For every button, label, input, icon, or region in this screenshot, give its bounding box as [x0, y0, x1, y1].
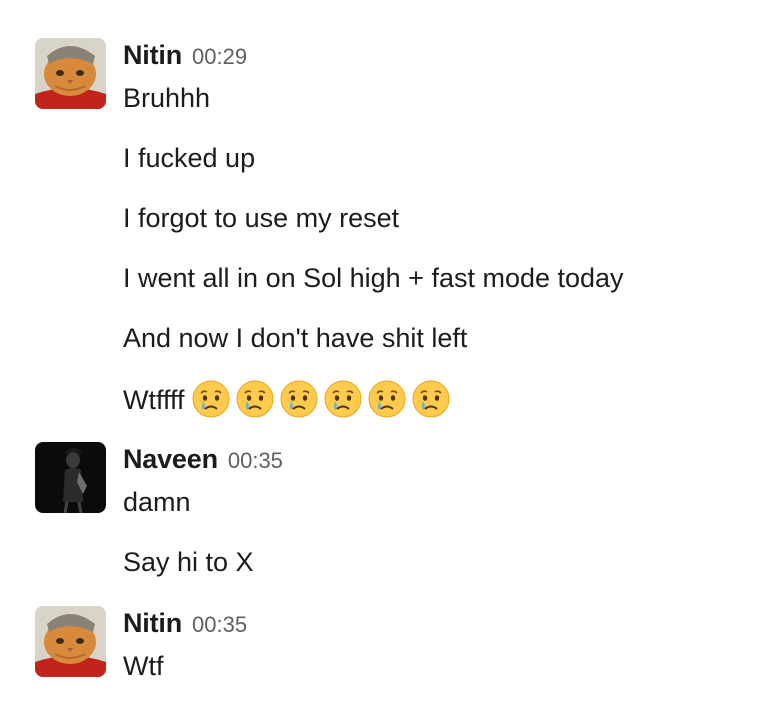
author-name[interactable]: Nitin — [123, 608, 182, 638]
message-text: I went all in on Sol high + fast mode to… — [123, 263, 624, 293]
message-text: damn — [123, 487, 191, 517]
crying-face-icon[interactable] — [191, 379, 231, 419]
message-text: Wtf — [123, 651, 164, 681]
message-text-with-emoji: Wtffff — [123, 379, 451, 422]
message-header: Nitin 00:29 — [123, 40, 247, 71]
author-name[interactable]: Nitin — [123, 40, 182, 70]
avatar[interactable] — [35, 606, 106, 677]
crying-face-icon[interactable] — [235, 379, 275, 419]
avatar[interactable] — [35, 442, 106, 513]
timestamp[interactable]: 00:29 — [192, 44, 247, 69]
message-text: I fucked up — [123, 143, 256, 173]
emoji-row — [191, 379, 451, 419]
crying-face-icon[interactable] — [279, 379, 319, 419]
crying-face-icon[interactable] — [411, 379, 451, 419]
message-text: And now I don't have shit left — [123, 323, 468, 353]
message-header: Nitin 00:35 — [123, 608, 247, 639]
author-name[interactable]: Naveen — [123, 444, 218, 474]
timestamp[interactable]: 00:35 — [192, 612, 247, 637]
message-text: Bruhhh — [123, 83, 211, 113]
crying-face-icon[interactable] — [323, 379, 363, 419]
message-text: I forgot to use my reset — [123, 203, 400, 233]
portrait-avatar-icon — [35, 442, 106, 513]
cat-avatar-icon — [35, 38, 106, 109]
message-header: Naveen 00:35 — [123, 444, 283, 475]
avatar[interactable] — [35, 38, 106, 109]
message-text: Wtffff — [123, 385, 185, 416]
cat-avatar-icon — [35, 606, 106, 677]
message-text: Say hi to X — [123, 547, 254, 577]
timestamp[interactable]: 00:35 — [228, 448, 283, 473]
crying-face-icon[interactable] — [367, 379, 407, 419]
